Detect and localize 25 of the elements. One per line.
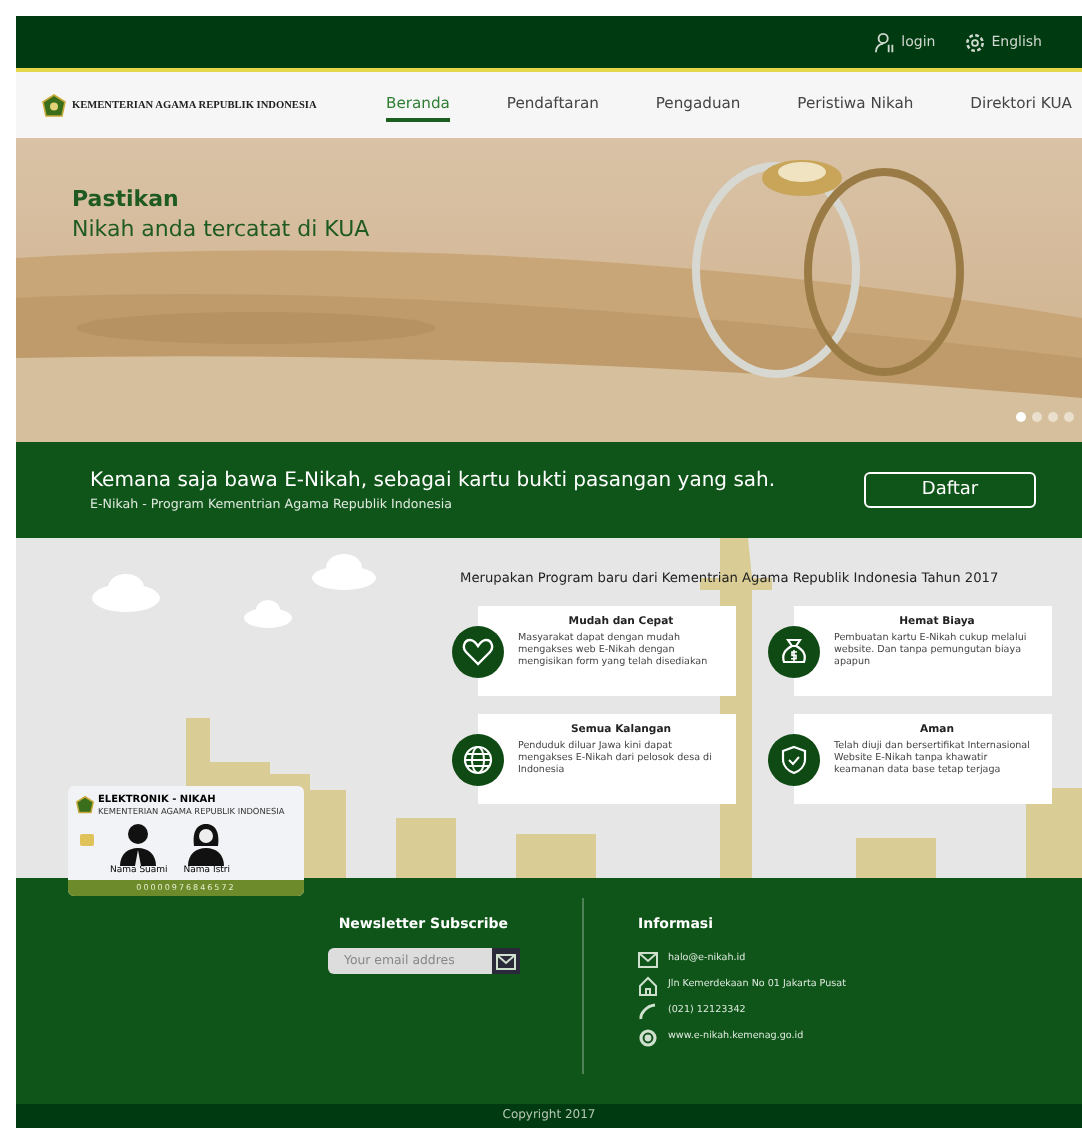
mail-icon [496, 953, 516, 969]
subscribe-button[interactable] [492, 948, 520, 974]
gear-icon [963, 31, 986, 53]
woman-figure-icon [186, 822, 227, 866]
slide-dot[interactable] [1032, 412, 1042, 422]
emblem-icon [42, 93, 66, 117]
globe-icon [462, 743, 494, 775]
slide-dot[interactable] [1048, 412, 1058, 422]
user-icon [873, 31, 896, 53]
register-button[interactable]: Daftar [864, 472, 1036, 508]
slide-dot[interactable] [1064, 412, 1074, 422]
man-figure-icon [118, 822, 159, 866]
shield-icon [778, 743, 810, 775]
chip-icon [80, 834, 94, 846]
globe-icon [638, 1027, 658, 1047]
money-bag-icon [778, 635, 810, 667]
mail-icon [638, 951, 658, 967]
phone-icon [638, 1001, 658, 1021]
slide-dot[interactable] [1016, 412, 1026, 422]
house-icon [638, 975, 658, 995]
heart-icon [462, 635, 494, 667]
banner-headline: Kemana saja bawa E-Nikah, sebagai kartu bukti pasangan yang sah. [90, 469, 776, 491]
hero-title: Pastikan [72, 186, 181, 212]
hero-subtitle: Nikah anda tercatat di KUA [72, 216, 372, 242]
emblem-icon [76, 796, 94, 814]
